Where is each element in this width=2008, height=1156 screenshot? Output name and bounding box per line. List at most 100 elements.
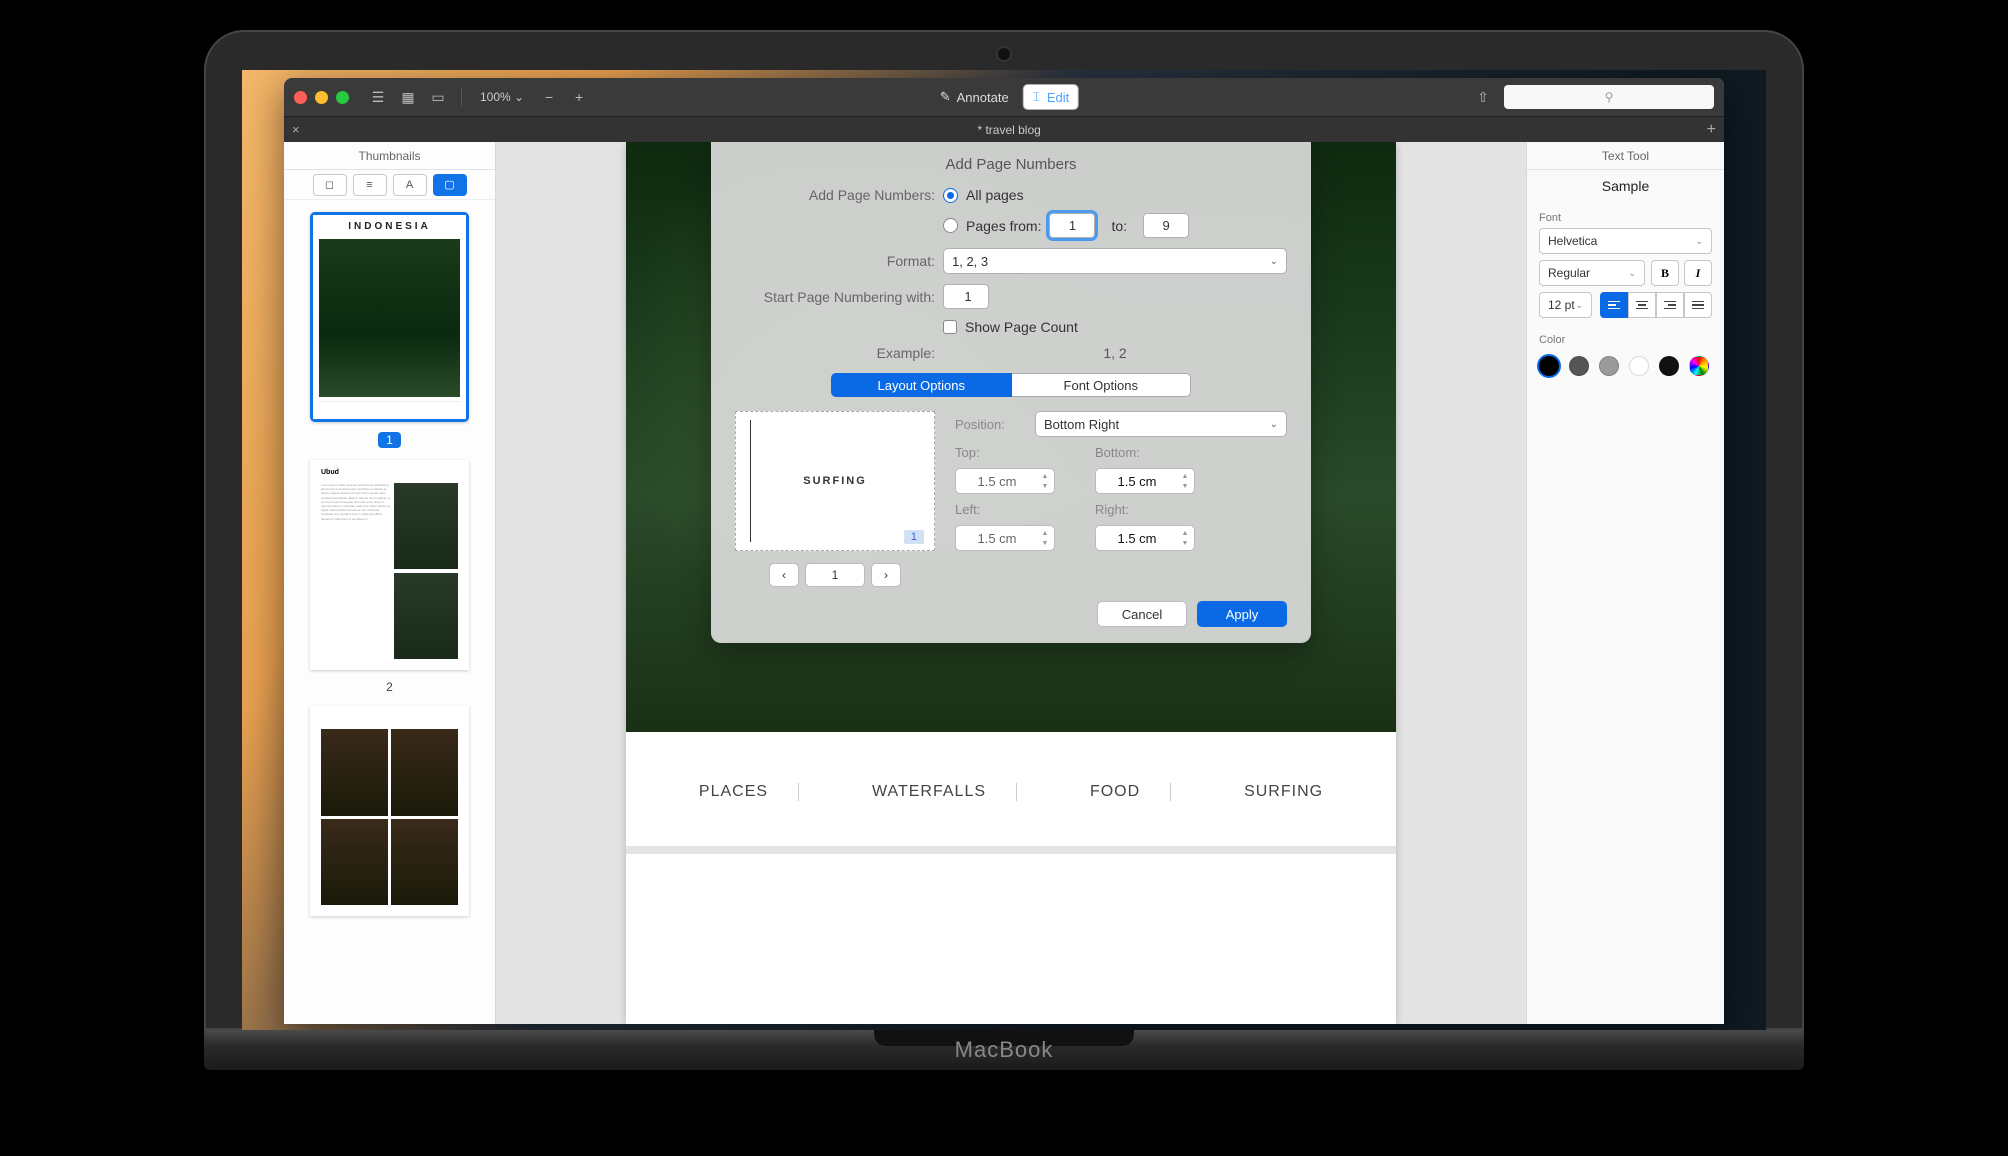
font-weight-value: Regular (1548, 266, 1590, 280)
page-thumbnail-2[interactable]: Ubud Lorem ipsum dolor sit amet consecte… (310, 460, 469, 670)
search-input[interactable]: ⚲ (1504, 85, 1714, 109)
macbook-label: MacBook (955, 1037, 1054, 1063)
separator (461, 88, 462, 106)
input-start-number[interactable]: 1 (943, 284, 989, 309)
position-value: Bottom Right (1044, 417, 1119, 432)
mode-tabs: ✎ Annotate 𝙸 Edit (930, 84, 1079, 110)
annotations-view-icon[interactable]: A (393, 174, 427, 196)
search-icon: ⚲ (1605, 90, 1614, 104)
maximize-button[interactable] (336, 91, 349, 104)
color-grey-dark[interactable] (1569, 356, 1589, 376)
sidebar-toggle-icon[interactable]: ☰ (367, 86, 389, 108)
text-align-group (1600, 292, 1712, 318)
checkbox-show-page-count[interactable] (943, 320, 957, 334)
zoom-out-button[interactable]: − (538, 86, 560, 108)
apply-button[interactable]: Apply (1197, 601, 1287, 627)
tab-font-options[interactable]: Font Options (1012, 373, 1192, 397)
color-white[interactable] (1629, 356, 1649, 376)
window-controls (294, 91, 349, 104)
color-picker-wheel-icon[interactable] (1689, 356, 1709, 376)
label-top: Top: (955, 445, 1011, 460)
inspector-panel: Text Tool Sample Font Helvetica ⌄ Regula… (1526, 142, 1724, 1024)
page-number-preview: SURFING 1 ‹ 1 › (735, 411, 935, 587)
annotate-label: Annotate (957, 90, 1009, 105)
page-thumbnail-1[interactable]: INDONESIA ···· (310, 212, 469, 422)
close-button[interactable] (294, 91, 307, 104)
input-pages-from[interactable]: 1 (1049, 213, 1095, 238)
grid-view-icon[interactable]: ▦ (397, 86, 419, 108)
text-cursor-icon: 𝙸 (1032, 89, 1041, 105)
stepper-left[interactable]: 1.5 cm▲▼ (955, 525, 1055, 551)
sample-text: Sample (1527, 170, 1724, 202)
page-thumbnail-3[interactable] (310, 706, 469, 916)
tab-title: * travel blog (312, 123, 1707, 137)
thumb1-nav: ···· (319, 401, 460, 415)
font-family-select[interactable]: Helvetica ⌄ (1539, 228, 1712, 254)
nav-places: PLACES (669, 783, 799, 801)
radio-pages-from[interactable] (943, 218, 958, 233)
input-pages-to[interactable]: 9 (1143, 213, 1189, 238)
preview-text: SURFING (803, 475, 867, 487)
outline-view-icon[interactable]: ≡ (353, 174, 387, 196)
radio-all-pages-label: All pages (966, 187, 1024, 203)
zoom-select[interactable]: 100% ⌄ (474, 90, 530, 104)
thumbnails-list[interactable]: INDONESIA ···· 1 Ubud Lorem (284, 200, 495, 1024)
chevron-down-icon: ⌄ (1270, 256, 1278, 267)
label-bottom: Bottom: (1095, 445, 1151, 460)
font-size-value: 12 pt (1548, 298, 1575, 312)
tab-close-icon[interactable]: × (292, 122, 300, 137)
align-justify-button[interactable] (1684, 292, 1712, 318)
bold-toggle[interactable]: B (1651, 260, 1679, 286)
stepper-bottom[interactable]: 1.5 cm▲▼ (1095, 468, 1195, 494)
stepper-right[interactable]: 1.5 cm▲▼ (1095, 525, 1195, 551)
zoom-in-button[interactable]: + (568, 86, 590, 108)
stepper-top[interactable]: 1.5 cm▲▼ (955, 468, 1055, 494)
thumbnail-view-switch: ◻ ≡ A ▢ (284, 170, 495, 200)
label-show-page-count: Show Page Count (965, 319, 1078, 335)
inspector-title: Text Tool (1527, 142, 1724, 170)
align-left-button[interactable] (1600, 292, 1628, 318)
color-swatches (1539, 356, 1712, 376)
share-icon[interactable]: ⇧ (1472, 86, 1494, 108)
edit-label: Edit (1047, 90, 1069, 105)
preview-page-input[interactable]: 1 (805, 563, 865, 587)
italic-toggle[interactable]: I (1684, 260, 1712, 286)
label-color: Color (1539, 334, 1712, 346)
color-black[interactable] (1539, 356, 1559, 376)
nav-waterfalls: WATERFALLS (842, 783, 1017, 801)
color-black-2[interactable] (1659, 356, 1679, 376)
edit-tab[interactable]: 𝙸 Edit (1023, 84, 1079, 110)
nav-food: FOOD (1060, 783, 1171, 801)
format-value: 1, 2, 3 (952, 254, 988, 269)
page-gap (626, 846, 1396, 854)
document-canvas[interactable]: PLACES WATERFALLS FOOD SURFING Add Page … (496, 142, 1526, 1024)
align-center-button[interactable] (1628, 292, 1656, 318)
thumbnails-view-icon[interactable]: ▢ (433, 174, 467, 196)
cancel-button[interactable]: Cancel (1097, 601, 1187, 627)
select-format[interactable]: 1, 2, 3 ⌄ (943, 248, 1287, 274)
font-size-select[interactable]: 12 pt ⌄ (1539, 292, 1592, 318)
tab-bar: × * travel blog + (284, 116, 1724, 142)
bookmark-view-icon[interactable]: ◻ (313, 174, 347, 196)
tab-layout-options[interactable]: Layout Options (831, 373, 1012, 397)
single-page-icon[interactable]: ▭ (427, 86, 449, 108)
label-position: Position: (955, 417, 1025, 432)
label-add-page-numbers: Add Page Numbers: (735, 187, 935, 203)
font-weight-select[interactable]: Regular ⌄ (1539, 260, 1645, 286)
minimize-button[interactable] (315, 91, 328, 104)
label-start-with: Start Page Numbering with: (735, 289, 935, 305)
macbook-hinge: MacBook (204, 1030, 1804, 1070)
align-right-button[interactable] (1656, 292, 1684, 318)
thumb2-heading: Ubud (321, 469, 339, 476)
annotate-tab[interactable]: ✎ Annotate (930, 85, 1019, 109)
select-position[interactable]: Bottom Right ⌄ (1035, 411, 1287, 437)
dialog-tabs: Layout Options Font Options (831, 373, 1191, 397)
color-grey[interactable] (1599, 356, 1619, 376)
new-tab-button[interactable]: + (1707, 121, 1716, 139)
preview-next-button[interactable]: › (871, 563, 901, 587)
desktop-wallpaper: ☰ ▦ ▭ 100% ⌄ − + ✎ Annotate 𝙸 E (242, 70, 1766, 1030)
preview-prev-button[interactable]: ‹ (769, 563, 799, 587)
label-right: Right: (1095, 502, 1151, 517)
radio-all-pages[interactable] (943, 188, 958, 203)
chevron-down-icon: ⌄ (1695, 236, 1703, 247)
